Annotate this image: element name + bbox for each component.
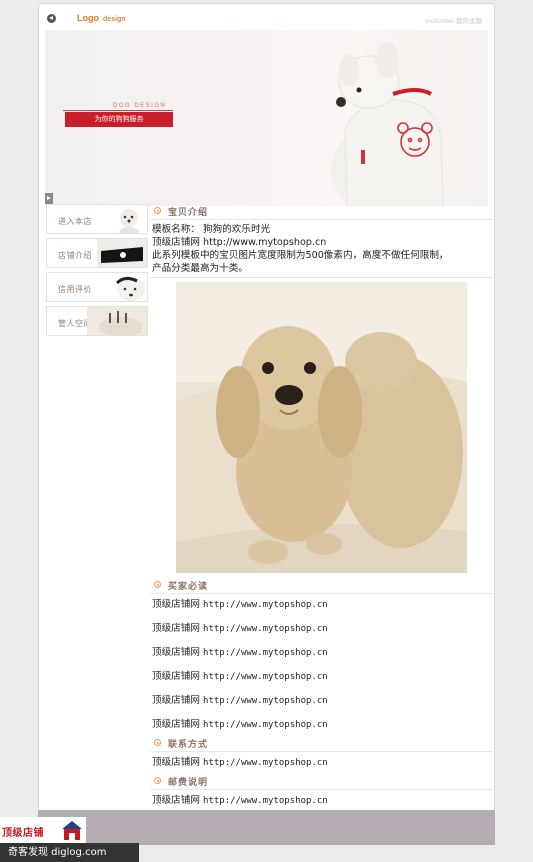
welcome-text: welcome 我的主题 [424, 17, 482, 25]
logo-subtext: design [103, 16, 126, 23]
shop-url[interactable]: http://www.mytopshop.cn [203, 758, 328, 768]
sidebar-item-enter-shop[interactable]: 进入本店 [46, 204, 148, 234]
shop-url[interactable]: http://www.mytopshop.cn [203, 600, 328, 610]
shop-name: 顶级店铺网 [152, 599, 200, 610]
intro-title: 宝贝介绍 [168, 208, 209, 218]
dog-thumb-icon [119, 209, 139, 233]
bullet-icon [154, 777, 161, 784]
intro-divider [150, 277, 493, 278]
shop-url[interactable]: http://www.mytopshop.cn [203, 648, 328, 658]
template-name-line: 模板名称： 狗狗的欢乐时光 [152, 224, 271, 235]
bullet-icon [154, 581, 161, 588]
shop-house-icon [62, 821, 82, 840]
postage-section: 邮费说明 顶级店铺网 http://www.mytopshop.cn [150, 772, 493, 808]
sidebar-item-personal-space[interactable]: 管人空间 [46, 306, 148, 336]
product-photo-puppies [176, 282, 467, 573]
top-bar: Logo design welcome 我的主题 [39, 4, 494, 30]
sidebar: 进入本店 店铺介绍 信用评价 管人空间 [46, 204, 150, 340]
contact-title: 联系方式 [168, 740, 209, 750]
buyers-row[interactable]: 顶级店铺网 http://www.mytopshop.cn [150, 670, 493, 694]
category-limit-line: 产品分类最高为十类。 [152, 263, 248, 274]
buyers-row[interactable]: 顶级店铺网 http://www.mytopshop.cn [150, 598, 493, 622]
postage-header: 邮费说明 [150, 772, 493, 790]
buyers-header: 买家必读 [150, 576, 493, 594]
shop-url[interactable]: http://www.mytopshop.cn [203, 696, 328, 706]
banner-dog-image [331, 42, 444, 206]
dog-paws-thumb-icon [87, 307, 147, 335]
shop-link-line[interactable]: 顶级店铺网 http://www.mytopshop.cn [150, 236, 493, 249]
watermark-logo-text: 顶级店铺 [2, 828, 44, 839]
shop-url[interactable]: http://www.mytopshop.cn [203, 796, 328, 806]
sidebar-item-label: 进入本店 [58, 217, 92, 226]
shop-url[interactable]: http://www.mytopshop.cn [203, 624, 328, 634]
shop-name: 顶级店铺网 [152, 695, 200, 706]
buyers-row[interactable]: 顶级店铺网 http://www.mytopshop.cn [150, 646, 493, 670]
dog-face-thumb-icon [115, 276, 145, 301]
sidebar-item-credit-rating[interactable]: 信用评价 [46, 272, 148, 302]
buyers-row[interactable]: 顶级店铺网 http://www.mytopshop.cn [150, 694, 493, 718]
banner-slogan: 为你的狗狗服务 [65, 112, 173, 127]
bullet-icon [154, 207, 161, 214]
contact-row[interactable]: 顶级店铺网 http://www.mytopshop.cn [150, 752, 493, 770]
postage-title: 邮费说明 [168, 778, 209, 788]
shop-url[interactable]: http://www.mytopshop.cn [203, 672, 328, 682]
banner-next-button[interactable] [45, 193, 53, 204]
buyers-title: 买家必读 [168, 582, 209, 592]
buyers-row[interactable]: 顶级店铺网 http://www.mytopshop.cn [150, 622, 493, 646]
contact-header: 联系方式 [150, 734, 493, 752]
shop-name: 顶级店铺网 [152, 647, 200, 658]
shop-name: 顶级店铺网 [152, 623, 200, 634]
back-arrow-icon[interactable] [47, 14, 56, 23]
postage-row[interactable]: 顶级店铺网 http://www.mytopshop.cn [150, 790, 493, 808]
banner: DOG DESIGN 为你的狗狗服务 [45, 30, 488, 206]
intro-section: 宝贝介绍 模板名称： 狗狗的欢乐时光 顶级店铺网 http://www.myto… [150, 202, 493, 282]
image-limit-line: 此系列模板中的宝贝图片宽度限制为500像素内，高度不做任何限制， [152, 250, 449, 261]
shop-url[interactable]: http://www.mytopshop.cn [203, 720, 328, 730]
contact-section: 联系方式 顶级店铺网 http://www.mytopshop.cn [150, 734, 493, 770]
buyers-section: 买家必读 顶级店铺网 http://www.mytopshop.cn 顶级店铺网… [150, 576, 493, 742]
shop-name: 顶级店铺网 [152, 795, 200, 806]
intro-header: 宝贝介绍 [150, 202, 493, 220]
banner-tag: DOG DESIGN [113, 103, 167, 109]
banner-divider [63, 110, 173, 111]
logo-text: Logo [77, 13, 99, 23]
bullet-icon [154, 739, 161, 746]
watermark-logo: 顶级店铺 [0, 817, 86, 843]
logo[interactable]: Logo design [77, 13, 126, 23]
shop-name: 顶级店铺网 [152, 719, 200, 730]
sidebar-item-label: 信用评价 [58, 285, 92, 294]
watermark-site: 奇客发现 diglog.com [0, 843, 139, 862]
sidebar-item-shop-intro[interactable]: 店铺介绍 [46, 238, 148, 268]
shop-name: 顶级店铺网 [152, 671, 200, 682]
shop-name: 顶级店铺网 [152, 757, 200, 768]
footer-bar [38, 810, 495, 845]
dog-collar-thumb-icon [97, 239, 147, 267]
sidebar-item-label: 店铺介绍 [58, 251, 92, 260]
